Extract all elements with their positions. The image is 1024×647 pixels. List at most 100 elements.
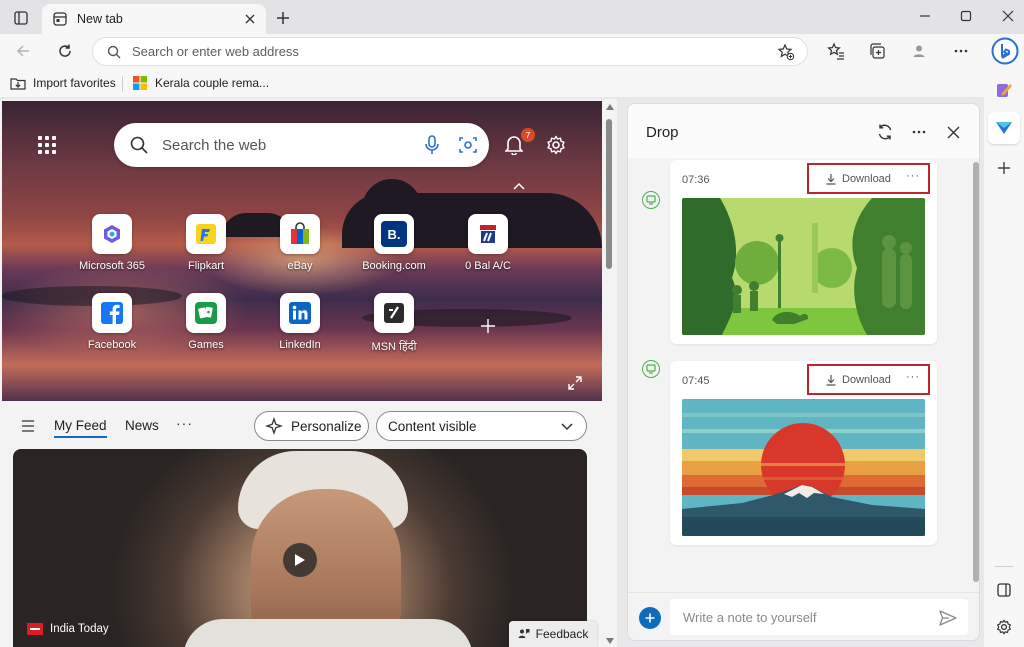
tab-actions-button[interactable] <box>8 7 34 29</box>
favorites-button[interactable] <box>823 38 849 64</box>
close-drop-button[interactable] <box>942 121 964 143</box>
address-bar[interactable]: Search or enter web address <box>92 37 808 66</box>
hamburger-icon <box>21 420 35 432</box>
quick-link-linkedin[interactable]: LinkedIn <box>255 293 345 363</box>
drop-message[interactable]: 07:45 Download ··· <box>670 361 937 545</box>
sunset-mountain-illustration <box>682 399 925 536</box>
search-icon <box>130 136 148 154</box>
add-favorite-icon[interactable] <box>777 43 795 61</box>
close-tab-icon[interactable] <box>242 11 258 27</box>
park-illustration <box>682 198 925 335</box>
page-scrollbar[interactable] <box>602 99 617 647</box>
tab-my-feed[interactable]: My Feed <box>54 418 107 438</box>
sync-icon <box>876 123 894 141</box>
sidebar-add-button[interactable] <box>992 156 1016 180</box>
sidebar-settings-button[interactable] <box>992 615 1016 639</box>
tab-new-tab[interactable]: New tab <box>42 4 266 34</box>
title-bar: New tab <box>0 0 1024 34</box>
quick-link-label: 0 Bal A/C <box>465 260 511 272</box>
web-search-box[interactable]: Search the web <box>114 123 489 167</box>
quick-link-0-bal-ac[interactable]: 0 Bal A/C <box>443 214 533 284</box>
drop-scrollbar[interactable] <box>973 162 979 582</box>
favorites-bar: Import favorites Kerala couple rema... <box>0 68 984 98</box>
play-icon <box>294 553 306 567</box>
scrollbar-thumb[interactable] <box>606 119 612 269</box>
note-placeholder: Write a note to yourself <box>683 610 816 625</box>
apps-launcher-button[interactable] <box>36 134 58 156</box>
new-tab-button[interactable] <box>272 8 294 28</box>
news-card[interactable]: India Today <box>13 449 587 647</box>
favorite-label: Import favorites <box>33 76 116 90</box>
refresh-button[interactable] <box>52 38 78 64</box>
message-more-button[interactable]: ··· <box>906 371 920 383</box>
add-quick-link-button[interactable] <box>476 314 500 338</box>
feed-toolbar: My Feed News ··· Personalize Content vis… <box>0 403 602 449</box>
favorite-import[interactable]: Import favorites <box>10 74 116 92</box>
close-icon <box>1002 10 1014 22</box>
profile-icon <box>911 43 927 59</box>
back-button[interactable] <box>10 38 36 64</box>
page-settings-button[interactable] <box>544 133 568 157</box>
sparkle-icon <box>265 417 283 435</box>
download-button[interactable]: Download ··· <box>807 163 930 194</box>
favorite-kerala-couple[interactable]: Kerala couple rema... <box>132 74 269 92</box>
bing-copilot-button[interactable] <box>990 36 1020 66</box>
collections-button[interactable] <box>864 38 890 64</box>
facebook-icon <box>92 293 132 333</box>
send-button[interactable] <box>938 608 958 628</box>
settings-and-more-button[interactable] <box>948 38 974 64</box>
search-icon <box>107 45 121 59</box>
new-tab-icon <box>52 11 68 27</box>
content-visibility-dropdown[interactable]: Content visible <box>376 411 587 441</box>
play-video-button[interactable] <box>283 543 317 577</box>
scroll-up-icon[interactable] <box>605 103 614 111</box>
feed-more-button[interactable]: ··· <box>176 415 193 431</box>
sidebar-item-compose[interactable] <box>992 78 1016 102</box>
content-visible-label: Content visible <box>388 419 477 434</box>
message-more-button[interactable]: ··· <box>906 170 920 182</box>
microphone-icon[interactable] <box>417 130 447 160</box>
booking-logo: B. <box>381 221 407 247</box>
sync-button[interactable] <box>874 121 896 143</box>
download-button[interactable]: Download ··· <box>807 364 930 395</box>
fullscreen-background-button[interactable] <box>567 375 583 391</box>
note-input[interactable]: Write a note to yourself <box>670 599 968 635</box>
close-window-button[interactable] <box>996 6 1020 26</box>
feedback-icon <box>518 628 530 640</box>
news-source-name: India Today <box>50 623 109 635</box>
tab-news[interactable]: News <box>125 418 159 433</box>
more-horizontal-icon <box>953 43 969 59</box>
import-favorites-icon <box>10 75 26 91</box>
personalize-button[interactable]: Personalize <box>254 411 369 441</box>
visual-search-icon[interactable] <box>453 130 483 160</box>
message-time: 07:45 <box>682 375 710 387</box>
quick-link-ebay[interactable]: eBay <box>255 214 345 284</box>
quick-link-flipkart[interactable]: Flipkart <box>161 214 251 284</box>
quick-link-booking[interactable]: B. Booking.com <box>349 214 439 284</box>
maximize-button[interactable] <box>954 6 978 26</box>
collapse-quicklinks-button[interactable] <box>510 179 528 193</box>
bank-icon <box>468 214 508 254</box>
feed-menu-button[interactable] <box>20 418 36 434</box>
scroll-down-icon[interactable] <box>605 637 614 645</box>
minimize-button[interactable] <box>913 6 937 26</box>
sidebar-item-drop[interactable] <box>988 112 1020 144</box>
quick-link-facebook[interactable]: Facebook <box>67 293 157 363</box>
ebay-icon <box>280 214 320 254</box>
plus-icon <box>276 11 290 25</box>
park-illustration-image[interactable] <box>682 198 925 335</box>
quick-link-games[interactable]: Games <box>161 293 251 363</box>
drop-more-button[interactable] <box>908 121 930 143</box>
hide-sidebar-button[interactable] <box>992 578 1016 602</box>
bell-icon <box>505 135 523 155</box>
quick-link-msn-hindi[interactable]: MSN हिंदी <box>349 293 439 363</box>
quick-link-label: Facebook <box>88 339 136 351</box>
profile-button[interactable] <box>906 38 932 64</box>
plus-icon <box>480 318 496 334</box>
quick-link-microsoft-365[interactable]: Microsoft 365 <box>67 214 157 284</box>
drop-message[interactable]: 07:36 Download ··· <box>670 160 937 344</box>
sunset-mountain-image[interactable] <box>682 399 925 536</box>
add-attachment-button[interactable] <box>639 607 661 629</box>
feedback-button[interactable]: Feedback <box>509 621 597 647</box>
download-icon <box>825 374 837 386</box>
